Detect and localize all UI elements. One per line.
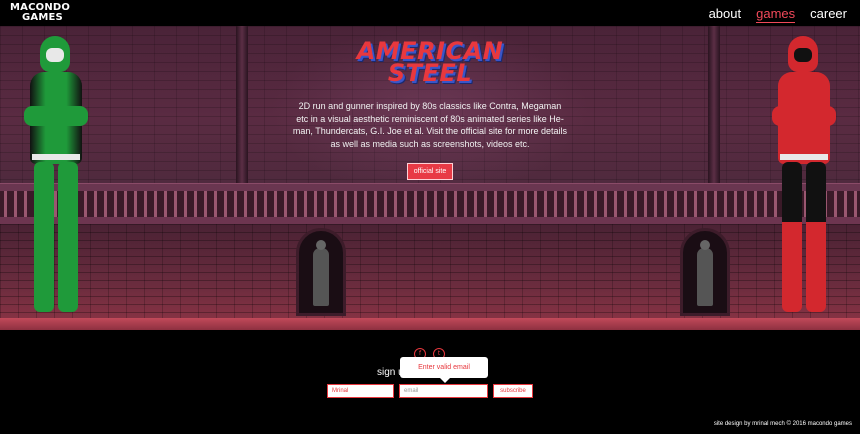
balusters xyxy=(0,191,860,217)
hero-banner: AMERICAN STEEL 2D run and gunner inspire… xyxy=(0,26,860,330)
main-nav: about games career xyxy=(694,6,847,23)
balcony-base xyxy=(0,217,860,224)
green-hero-character xyxy=(20,36,92,316)
red-hero-character xyxy=(768,36,840,316)
title-line2: STEEL xyxy=(387,59,473,87)
lower-wall xyxy=(0,224,860,324)
pillar xyxy=(708,26,720,186)
official-site-button[interactable]: official site xyxy=(407,163,453,180)
pillar xyxy=(236,26,248,186)
header: MACONDO GAMES about games career xyxy=(0,0,860,26)
floor xyxy=(0,318,860,330)
nav-games[interactable]: games xyxy=(756,6,796,23)
logo-line2: GAMES xyxy=(22,12,63,23)
game-title-logo: AMERICAN STEEL xyxy=(350,39,510,87)
knight-statue xyxy=(697,240,713,306)
game-description: 2D run and gunner inspired by 80s classi… xyxy=(292,101,568,149)
knight-statue xyxy=(313,240,329,306)
subscribe-button[interactable]: subscribe xyxy=(493,384,533,398)
nav-career[interactable]: career xyxy=(810,6,847,23)
validation-tooltip: Enter valid email xyxy=(400,357,488,383)
knight-statue-niche xyxy=(680,228,730,316)
footer: f t sign up Enter valid email Mrinal ema… xyxy=(0,330,860,434)
knight-statue-niche xyxy=(296,228,346,316)
name-field[interactable]: Mrinal xyxy=(327,384,394,398)
email-field[interactable]: email xyxy=(399,384,488,398)
nav-about[interactable]: about xyxy=(709,6,742,23)
logo[interactable]: MACONDO GAMES xyxy=(10,3,70,23)
balcony-rail xyxy=(0,183,860,191)
footer-credit: site design by mrinal mech © 2016 macond… xyxy=(713,421,852,427)
